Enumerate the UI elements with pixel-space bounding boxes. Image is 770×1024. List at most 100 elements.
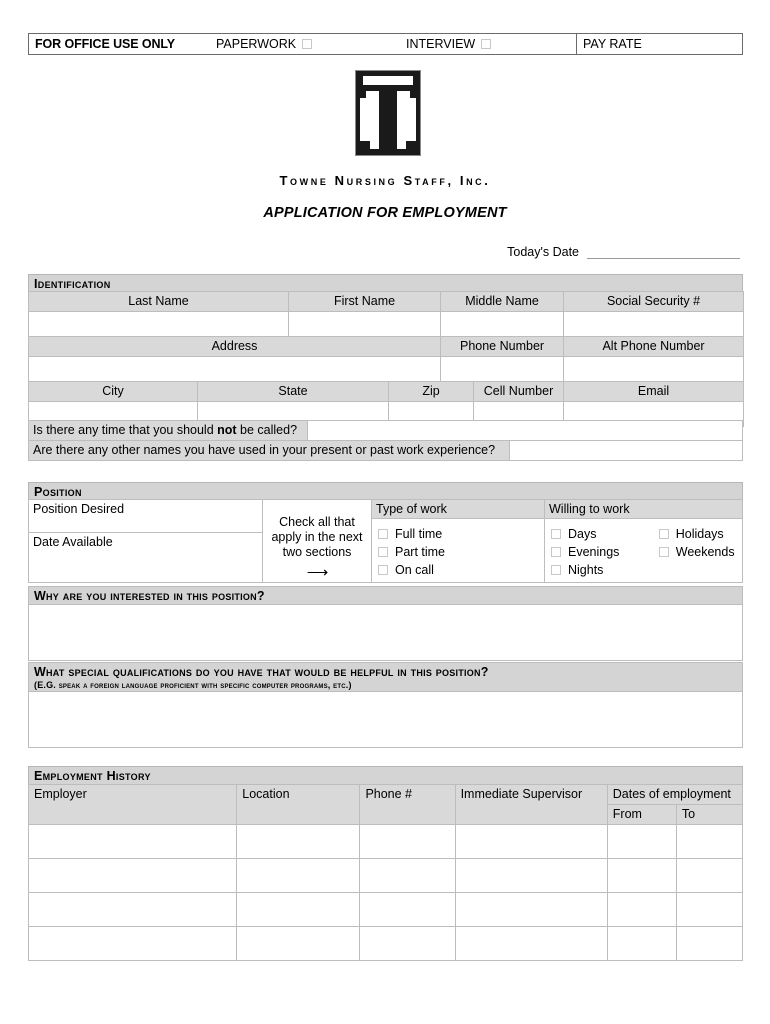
location-header: Location [236,784,361,825]
why-interested-answer[interactable] [28,604,743,661]
table-row [27,892,744,927]
identification-section-header: Identification [28,274,743,292]
evenings-checkbox[interactable] [551,547,561,557]
full-time-checkbox[interactable] [378,529,388,539]
type-of-work-option-full-time[interactable]: Full time [378,525,544,543]
last-name-header: Last Name [27,291,290,312]
middle-name-header: Middle Name [440,291,565,312]
willing-to-work-header: Willing to work [545,500,742,519]
paperwork-checkbox[interactable] [302,39,313,49]
from-cell[interactable] [606,926,677,961]
question-other-names-input[interactable] [510,441,742,460]
from-cell[interactable] [606,824,677,859]
state-header: State [196,381,390,402]
location-cell[interactable] [236,926,361,961]
type-of-work-option-part-time[interactable]: Part time [378,543,544,561]
willing-to-work-cell: Willing to work Days Evenings Nights Hol… [544,499,743,583]
address-input[interactable] [27,356,442,382]
employer-cell[interactable] [27,858,238,893]
nights-checkbox[interactable] [551,565,561,575]
dates-of-employment-header: Dates of employment [606,784,744,805]
alt-phone-number-input[interactable] [563,356,745,382]
dates-to-header: To [675,804,744,825]
last-name-input[interactable] [27,311,290,337]
from-cell[interactable] [606,858,677,893]
to-cell[interactable] [675,858,744,893]
supervisor-cell[interactable] [454,892,608,927]
to-cell[interactable] [675,926,744,961]
type-of-work-cell: Type of work Full time Part time On call [371,499,545,583]
to-cell[interactable] [675,892,744,927]
on-call-label: On call [395,563,434,577]
part-time-label: Part time [395,545,446,559]
date-available-label: Date Available [33,535,113,549]
application-form-page: FOR OFFICE USE ONLY PAPERWORK INTERVIEW … [0,0,770,1024]
why-interested-heading: Why are you interested in this position? [28,586,743,605]
alt-phone-number-header: Alt Phone Number [563,336,745,357]
position-section-header: Position [28,482,743,500]
page-title: APPLICATION FOR EMPLOYMENT [263,205,507,221]
employer-header: Employer [27,784,238,825]
paperwork-cell: PAPERWORK [210,34,376,54]
first-name-input[interactable] [288,311,442,337]
city-header: City [28,381,198,402]
willing-to-work-option-days[interactable]: Days [551,525,659,543]
days-checkbox[interactable] [551,529,561,539]
phone-cell[interactable] [359,824,456,859]
location-cell[interactable] [236,892,361,927]
phone-number-input[interactable] [440,356,565,382]
address-header: Address [27,336,442,357]
qualifications-heading-text: What special qualifications do you have … [34,664,489,679]
table-row [27,824,744,859]
cell-number-header: Cell Number [473,381,565,402]
question-not-called-bold: not [217,423,237,437]
date-available-cell[interactable]: Date Available [28,532,263,583]
holidays-checkbox[interactable] [658,529,669,539]
employer-cell[interactable] [27,926,238,961]
middle-name-input[interactable] [440,311,565,337]
nights-label: Nights [568,563,604,577]
towne-nursing-logo-icon [355,70,421,156]
question-not-called-part2: be called? [236,423,298,437]
phone-cell[interactable] [359,926,456,961]
employment-history-section-header: Employment History [28,766,743,785]
willing-to-work-option-evenings[interactable]: Evenings [551,543,659,561]
on-call-checkbox[interactable] [378,565,388,575]
willing-to-work-option-nights[interactable]: Nights [551,561,659,579]
supervisor-cell[interactable] [454,858,608,893]
evenings-label: Evenings [568,545,620,559]
weekends-label: Weekends [675,545,735,559]
todays-date-field[interactable]: Today's Date [470,241,740,259]
position-desired-label: Position Desired [33,502,125,516]
qualifications-answer[interactable] [28,691,743,748]
willing-to-work-option-weekends[interactable]: Weekends [658,543,742,561]
from-cell[interactable] [606,892,677,927]
supervisor-cell[interactable] [454,824,608,859]
full-time-label: Full time [395,527,443,541]
type-of-work-option-on-call[interactable]: On call [378,561,544,579]
paperwork-label: PAPERWORK [216,37,297,51]
dates-from-header: From [606,804,677,825]
position-desired-cell[interactable]: Position Desired [28,499,263,533]
question-not-called-label: Is there any time that you should not be… [29,421,308,440]
employer-cell[interactable] [27,892,238,927]
weekends-checkbox[interactable] [658,547,669,557]
check-all-that-apply-note: Check all that apply in the next two sec… [271,515,363,559]
employer-cell[interactable] [27,824,238,859]
ssn-input[interactable] [563,311,745,337]
part-time-checkbox[interactable] [378,547,388,557]
todays-date-input[interactable] [587,244,740,259]
to-cell[interactable] [675,824,744,859]
willing-to-work-option-holidays[interactable]: Holidays [658,525,742,543]
phone-cell[interactable] [359,892,456,927]
interview-checkbox[interactable] [481,39,492,49]
pay-rate-cell[interactable]: PAY RATE [576,34,742,54]
location-cell[interactable] [236,858,361,893]
phone-cell[interactable] [359,858,456,893]
arrow-right-icon: ⟶ [306,564,329,581]
location-cell[interactable] [236,824,361,859]
pay-rate-label: PAY RATE [583,37,642,51]
email-header: Email [563,381,745,402]
supervisor-cell[interactable] [454,926,608,961]
question-not-called-input[interactable] [308,421,742,440]
